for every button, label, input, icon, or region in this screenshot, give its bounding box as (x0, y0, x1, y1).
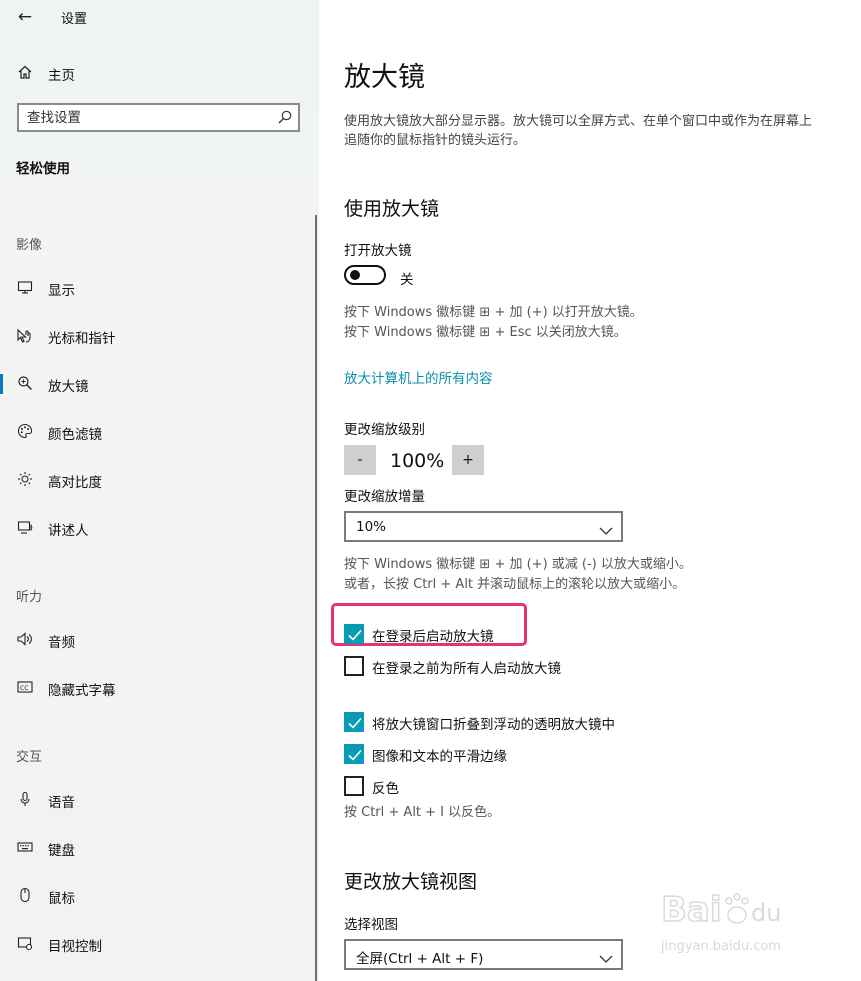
sidebar-item-label: 目视控制 (48, 939, 102, 955)
cursor-icon (16, 327, 34, 345)
view-select-label: 选择视图 (344, 917, 398, 933)
checkbox-checked[interactable] (344, 744, 364, 764)
sidebar-scrollbar[interactable] (315, 215, 317, 981)
view-select[interactable]: 全屏(Ctrl + Alt + F) (344, 939, 623, 970)
group-title-hearing: 听力 (16, 590, 43, 605)
monitor-icon (16, 279, 34, 297)
speaker-icon (16, 631, 34, 649)
shortcut-hint-open: 按下 Windows 徽标键 ⊞ + 加 (+) 以打开放大镜。 (344, 305, 643, 320)
brightness-icon (16, 471, 34, 489)
checkbox-label: 反色 (372, 781, 399, 797)
checkbox-label: 在登录之前为所有人启动放大镜 (372, 661, 561, 677)
mouse-icon (16, 887, 34, 905)
keyboard-icon (16, 839, 34, 857)
svg-text:CC: CC (20, 685, 28, 692)
checkbox-checked[interactable] (344, 624, 364, 644)
zoom-hint-2: 或者，长按 Ctrl + Alt 并滚动鼠标上的滚轮以放大或缩小。 (344, 577, 686, 592)
sidebar-item-label: 讲述人 (48, 523, 89, 539)
select-value: 全屏(Ctrl + Alt + F) (356, 951, 484, 967)
watermark-url: jingyan.baidu.com (661, 939, 781, 954)
sidebar-item-label: 光标和指针 (48, 331, 116, 347)
page-description: 使用放大镜放大部分显示器。放大镜可以全屏方式、在单个窗口中或作为在屏幕上追随你的… (344, 114, 813, 148)
sidebar-item-label: 高对比度 (48, 475, 102, 491)
chevron-down-icon (599, 521, 613, 535)
zoom-increment-label: 更改缩放增量 (344, 489, 425, 505)
magnifier-icon (16, 375, 34, 393)
option-smooth-edges[interactable]: 图像和文本的平滑边缘 (344, 744, 664, 766)
sidebar-item-captions[interactable]: CC 隐藏式字幕 (0, 670, 319, 706)
zoom-value: 100% (390, 450, 445, 472)
section-heading-view: 更改放大镜视图 (344, 871, 478, 893)
sidebar-item-speech[interactable]: 语音 (0, 782, 319, 818)
sidebar-item-mouse[interactable]: 鼠标 (0, 878, 319, 914)
microphone-icon (16, 791, 34, 809)
sidebar-item-high-contrast[interactable]: 高对比度 (0, 462, 319, 498)
narrator-icon (16, 519, 34, 537)
sidebar-item-magnifier[interactable]: 放大镜 (0, 366, 319, 402)
magnifier-toggle[interactable] (344, 265, 386, 285)
checkbox-label: 在登录后启动放大镜 (372, 629, 494, 645)
section-heading-use-magnifier: 使用放大镜 (344, 198, 440, 220)
sidebar-item-label: 颜色滤镜 (48, 427, 102, 443)
sidebar-item-color-filters[interactable]: 颜色滤镜 (0, 414, 319, 450)
baidu-watermark: Bai du jingyan.baidu.com (660, 885, 821, 965)
sidebar-item-label: 语音 (48, 795, 75, 811)
zoom-increment-select[interactable]: 10% (344, 511, 623, 542)
zoom-level-label: 更改缩放级别 (344, 422, 425, 438)
captions-icon: CC (16, 679, 34, 697)
shortcut-hint-close: 按下 Windows 徽标键 ⊞ + Esc 以关闭放大镜。 (344, 325, 627, 340)
checkbox-unchecked[interactable] (344, 776, 364, 796)
main-content: 放大镜 使用放大镜放大部分显示器。放大镜可以全屏方式、在单个窗口中或作为在屏幕上… (319, 0, 861, 981)
option-collapse-to-lens[interactable]: 将放大镜窗口折叠到浮动的透明放大镜中 (344, 712, 664, 734)
zoom-in-button[interactable]: + (452, 445, 484, 475)
sidebar-item-label: 隐藏式字幕 (48, 683, 116, 699)
sidebar-item-cursor[interactable]: 光标和指针 (0, 318, 319, 354)
toggle-state-text: 关 (400, 272, 414, 288)
option-start-after-signin[interactable]: 在登录后启动放大镜 (344, 624, 664, 646)
back-arrow-icon: ← (17, 7, 33, 27)
back-button[interactable]: ← (14, 6, 36, 28)
checkbox-unchecked[interactable] (344, 656, 364, 676)
group-title-vision: 影像 (16, 238, 43, 253)
select-value: 10% (356, 519, 387, 535)
palette-icon (16, 423, 34, 441)
checkbox-checked[interactable] (344, 712, 364, 732)
sidebar-item-label: 显示 (48, 283, 75, 299)
sidebar-item-label: 键盘 (48, 843, 75, 859)
sidebar: ← 设置 主页 轻松使用 影像 显示 光标和指针 放大镜 (0, 0, 319, 981)
app-title: 设置 (61, 12, 88, 27)
sidebar-section-title: 轻松使用 (16, 161, 70, 177)
toggle-label: 打开放大镜 (344, 243, 412, 259)
search-icon[interactable] (277, 109, 293, 125)
sidebar-item-label: 放大镜 (48, 379, 89, 395)
option-start-before-signin[interactable]: 在登录之前为所有人启动放大镜 (344, 656, 664, 678)
checkbox-label: 图像和文本的平滑边缘 (372, 749, 507, 765)
sidebar-item-audio[interactable]: 音频 (0, 622, 319, 658)
magnify-everything-link[interactable]: 放大计算机上的所有内容 (344, 367, 493, 387)
home-icon (16, 64, 34, 82)
nav-home[interactable]: 主页 (0, 58, 319, 88)
group-title-interaction: 交互 (16, 750, 43, 765)
toggle-knob (350, 270, 360, 280)
page-title: 放大镜 (344, 62, 425, 93)
chevron-down-icon (599, 949, 613, 963)
search-input[interactable] (27, 109, 267, 127)
svg-text:Bai: Bai (661, 890, 722, 930)
zoom-hint-1: 按下 Windows 徽标键 ⊞ + 加 (+) 或减 (-) 以放大或缩小。 (344, 557, 692, 572)
sidebar-item-label: 鼠标 (48, 891, 75, 907)
sidebar-item-label: 音频 (48, 635, 75, 651)
sidebar-item-display[interactable]: 显示 (0, 270, 319, 306)
nav-home-label: 主页 (48, 68, 75, 84)
svg-text:du: du (751, 899, 781, 927)
checkbox-label: 将放大镜窗口折叠到浮动的透明放大镜中 (372, 717, 615, 733)
sidebar-item-keyboard[interactable]: 键盘 (0, 830, 319, 866)
zoom-out-button[interactable]: - (344, 445, 376, 475)
sidebar-item-eye-control[interactable]: 目视控制 (0, 926, 319, 962)
eye-control-icon (16, 935, 34, 953)
invert-hint: 按 Ctrl + Alt + I 以反色。 (344, 805, 501, 820)
sidebar-item-narrator[interactable]: 讲述人 (0, 510, 319, 546)
option-invert-colors[interactable]: 反色 (344, 776, 664, 798)
search-box[interactable] (17, 103, 300, 132)
